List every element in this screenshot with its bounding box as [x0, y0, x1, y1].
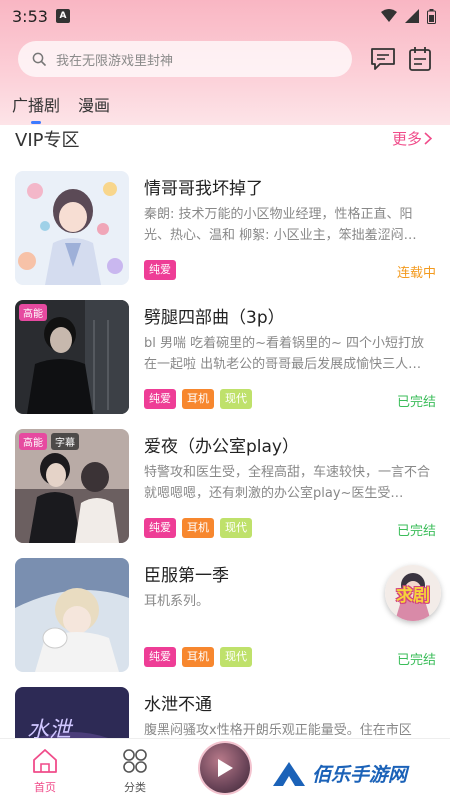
message-button[interactable]: [368, 44, 398, 74]
play-icon: [218, 759, 233, 777]
tag-list: 纯爱 耳机 现代: [144, 518, 252, 538]
calendar-icon: [409, 47, 431, 71]
status-bar: 3:53 A: [0, 0, 450, 32]
svg-text:水泄: 水泄: [27, 718, 74, 738]
badge-high-energy: 高能: [19, 304, 47, 321]
nav-category[interactable]: 分类: [105, 747, 165, 795]
status-time: 3:53: [12, 6, 48, 26]
item-title: 劈腿四部曲（3p）: [144, 308, 285, 328]
cover-image: 高能 字幕: [15, 429, 129, 543]
item-title: 水泄不通: [144, 695, 212, 715]
item-description: bl 男喘 吃着碗里的~看着锅里的~ 四个小短打放在一起啦 出轨老公的哥哥最后发…: [144, 336, 425, 372]
search-input[interactable]: 我在无限游戏里封神: [18, 41, 352, 77]
list-item[interactable]: 情哥哥我坏掉了 秦朗: 技术万能的小区物业经理，性格正直、阳光、热心、温和 柳絮…: [0, 168, 450, 297]
tag: 耳机: [182, 389, 214, 409]
request-drama-button[interactable]: 求剧: [385, 565, 441, 621]
status-label: 连载中: [396, 266, 436, 281]
tag: 现代: [220, 647, 252, 667]
nav-home[interactable]: 首页: [15, 747, 75, 795]
item-title: 情哥哥我坏掉了: [144, 179, 263, 199]
cover-image: 高能: [15, 300, 129, 414]
tag: 耳机: [182, 647, 214, 667]
cover-image: [15, 558, 129, 672]
player-button[interactable]: [200, 743, 250, 793]
tag: 现代: [220, 389, 252, 409]
category-tabs: 广播剧 漫画: [12, 92, 110, 124]
tag: 纯爱: [144, 647, 176, 667]
tag-list: 纯爱 耳机 现代: [144, 647, 252, 667]
status-right-icons: [381, 8, 436, 24]
tab-radio-drama[interactable]: 广播剧: [12, 92, 60, 124]
wifi-icon: [381, 9, 397, 22]
chevron-right-icon: [424, 132, 432, 145]
tab-comics[interactable]: 漫画: [78, 92, 110, 124]
section-title: VIP专区: [15, 130, 80, 151]
item-description: 特警攻和医生受，全程高甜，车速较快，一言不合就嗯嗯嗯，还有刺激的办公室play~…: [144, 465, 431, 501]
tag: 耳机: [182, 518, 214, 538]
item-title: 臣服第一季: [144, 566, 229, 586]
tag-list: 纯爱 耳机 现代: [144, 389, 252, 409]
nav-home-label: 首页: [34, 781, 56, 794]
home-icon: [33, 749, 57, 773]
status-label: 已完结: [396, 524, 436, 539]
item-description: 腹黑闷骚攻x性格开朗乐观正能量受。住在市区: [144, 723, 412, 738]
cover-badges: 高能 字幕: [19, 433, 79, 450]
cover-image: 水泄: [15, 687, 129, 738]
request-drama-label: 求剧: [396, 585, 430, 606]
more-link[interactable]: 更多: [392, 128, 432, 149]
list-item[interactable]: 高能 字幕 爱夜（办公室play） 特警攻和医生受，全程高甜，车速较快，一言不合…: [0, 426, 450, 555]
status-notification-icon: A: [55, 9, 70, 23]
nav-category-label: 分类: [124, 781, 146, 794]
tag: 纯爱: [144, 389, 176, 409]
status-label: 已完结: [396, 653, 436, 668]
search-placeholder: 我在无限游戏里封神: [56, 53, 174, 69]
item-description: 秦朗: 技术万能的小区物业经理，性格正直、阳光、热心、温和 柳絮: 小区业主，笨…: [144, 207, 417, 243]
battery-icon: [427, 8, 436, 24]
search-icon: [32, 52, 46, 66]
signal-icon: [405, 9, 419, 23]
tag: 纯爱: [144, 260, 176, 280]
more-label: 更多: [391, 130, 422, 148]
status-label: 已完结: [396, 395, 436, 410]
list-item[interactable]: 臣服第一季 耳机系列。 纯爱 耳机 现代 已完结: [0, 555, 450, 684]
watermark: 佰乐手游网: [272, 760, 407, 787]
grid-icon: [123, 749, 147, 773]
tag-list: 纯爱: [144, 260, 176, 280]
badge-high-energy: 高能: [19, 433, 47, 450]
logo-icon: [273, 761, 305, 786]
list-item[interactable]: 水泄 水泄不通 腹黑闷骚攻x性格开朗乐观正能量受。住在市区: [0, 684, 450, 738]
message-icon: [371, 48, 395, 70]
tag: 纯爱: [144, 518, 176, 538]
calendar-button[interactable]: [405, 44, 435, 74]
tag: 现代: [220, 518, 252, 538]
cover-image: [15, 171, 129, 285]
cover-badges: 高能: [19, 304, 47, 321]
list-item[interactable]: 高能 劈腿四部曲（3p） bl 男喘 吃着碗里的~看着锅里的~ 四个小短打放在一…: [0, 297, 450, 426]
badge-subtitle: 字幕: [51, 433, 79, 450]
watermark-text: 佰乐手游网: [312, 764, 408, 786]
drama-list: 情哥哥我坏掉了 秦朗: 技术万能的小区物业经理，性格正直、阳光、热心、温和 柳絮…: [0, 168, 450, 738]
item-title: 爱夜（办公室play）: [144, 437, 299, 457]
